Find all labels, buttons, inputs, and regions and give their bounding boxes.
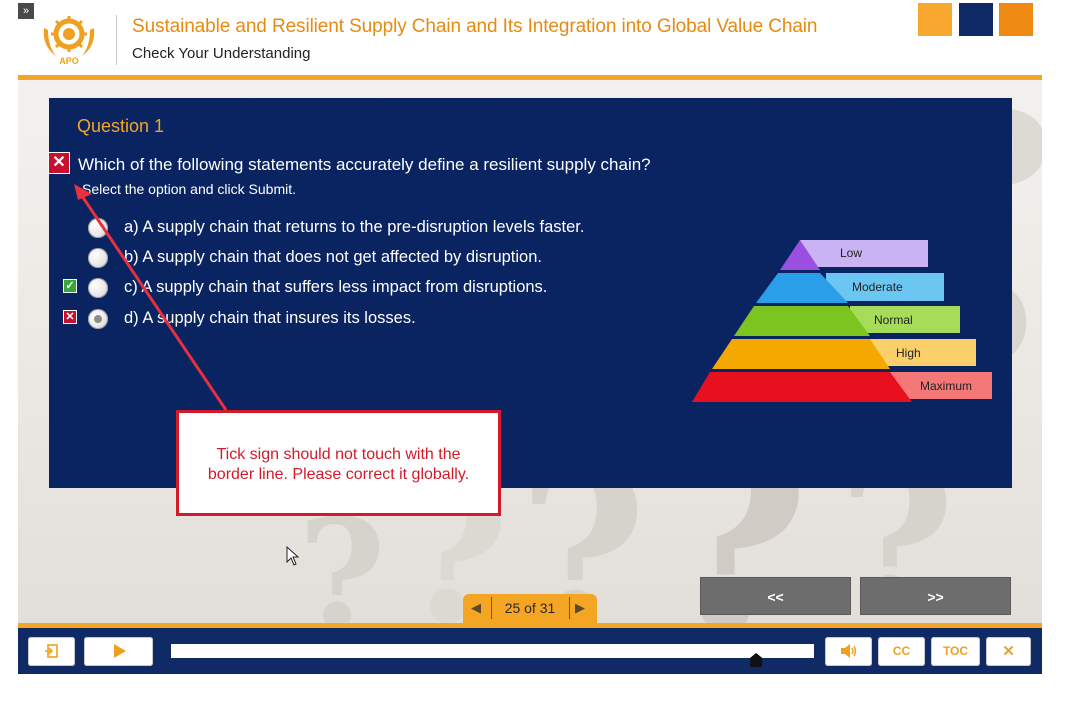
pyramid-level-high: High xyxy=(712,339,976,369)
brand-square-navy xyxy=(959,3,993,36)
pyramid-level-normal: Normal xyxy=(734,306,960,336)
resilience-pyramid-illustration: Low Moderate Normal High Maximum xyxy=(692,240,992,402)
svg-text:High: High xyxy=(896,346,921,360)
option-a-label[interactable]: a) A supply chain that returns to the pr… xyxy=(124,218,584,237)
option-b-label[interactable]: b) A supply chain that does not get affe… xyxy=(124,248,542,267)
volume-button[interactable] xyxy=(825,637,872,666)
header-divider xyxy=(116,15,117,65)
table-of-contents-button[interactable]: TOC xyxy=(931,637,980,666)
option-d-label[interactable]: d) A supply chain that insures its losse… xyxy=(124,309,416,328)
incorrect-x-icon: ✕ xyxy=(48,152,70,174)
option-c-radio[interactable] xyxy=(88,278,108,298)
wrong-x-icon: ✕ xyxy=(63,310,77,324)
callout-text-line2: border line. Please correct it globally. xyxy=(207,466,470,483)
expand-toggle-button[interactable]: » xyxy=(18,3,34,19)
background-question-mark: ? xyxy=(298,487,386,623)
page-counter-divider xyxy=(491,597,492,619)
svg-text:APO: APO xyxy=(59,56,79,66)
volume-icon xyxy=(840,644,856,658)
page-prev-arrow-icon[interactable]: ◀ xyxy=(471,600,485,616)
page-next-arrow-icon[interactable]: ▶ xyxy=(575,600,589,616)
question-instruction: Select the option and click Submit. xyxy=(82,181,297,197)
play-icon xyxy=(113,644,126,658)
option-b-radio[interactable] xyxy=(88,248,108,268)
svg-text:Low: Low xyxy=(840,246,862,260)
course-title: Sustainable and Resilient Supply Chain a… xyxy=(132,16,818,37)
review-comment-callout: Tick sign should not touch with the bord… xyxy=(176,410,501,516)
page-counter-divider xyxy=(569,597,570,619)
play-button[interactable] xyxy=(84,637,153,666)
pyramid-level-moderate: Moderate xyxy=(756,273,944,303)
option-c-label[interactable]: c) A supply chain that suffers less impa… xyxy=(124,278,547,297)
question-number: Question 1 xyxy=(77,116,165,136)
previous-slide-button[interactable]: << xyxy=(700,577,851,615)
exit-button[interactable] xyxy=(28,637,75,666)
close-icon: ✕ xyxy=(1002,643,1015,660)
option-a-radio[interactable] xyxy=(88,218,108,238)
next-slide-button[interactable]: >> xyxy=(860,577,1011,615)
pyramid-level-maximum: Maximum xyxy=(692,372,992,402)
question-text: Which of the following statements accura… xyxy=(78,155,651,174)
svg-text:Normal: Normal xyxy=(874,313,913,327)
pyramid-level-low: Low xyxy=(780,240,928,270)
page-counter-text: 25 of 31 xyxy=(504,600,556,616)
brand-square-light-orange xyxy=(918,3,952,36)
section-title: Check Your Understanding xyxy=(132,45,311,62)
brand-square-orange xyxy=(999,3,1033,36)
apo-logo: APO xyxy=(43,16,95,66)
close-button[interactable]: ✕ xyxy=(986,637,1031,666)
callout-text-line1: Tick sign should not touch with the xyxy=(216,446,461,463)
closed-captions-button[interactable]: CC xyxy=(878,637,925,666)
correct-check-icon: ✓ xyxy=(63,279,77,293)
page-counter: ◀ 25 of 31 ▶ xyxy=(463,594,597,623)
exit-icon xyxy=(44,644,58,658)
svg-text:Maximum: Maximum xyxy=(920,379,972,393)
mouse-cursor-icon xyxy=(286,546,300,566)
svg-text:Moderate: Moderate xyxy=(852,280,903,294)
option-d-radio[interactable] xyxy=(88,309,108,329)
progress-bar-track[interactable] xyxy=(171,644,814,658)
